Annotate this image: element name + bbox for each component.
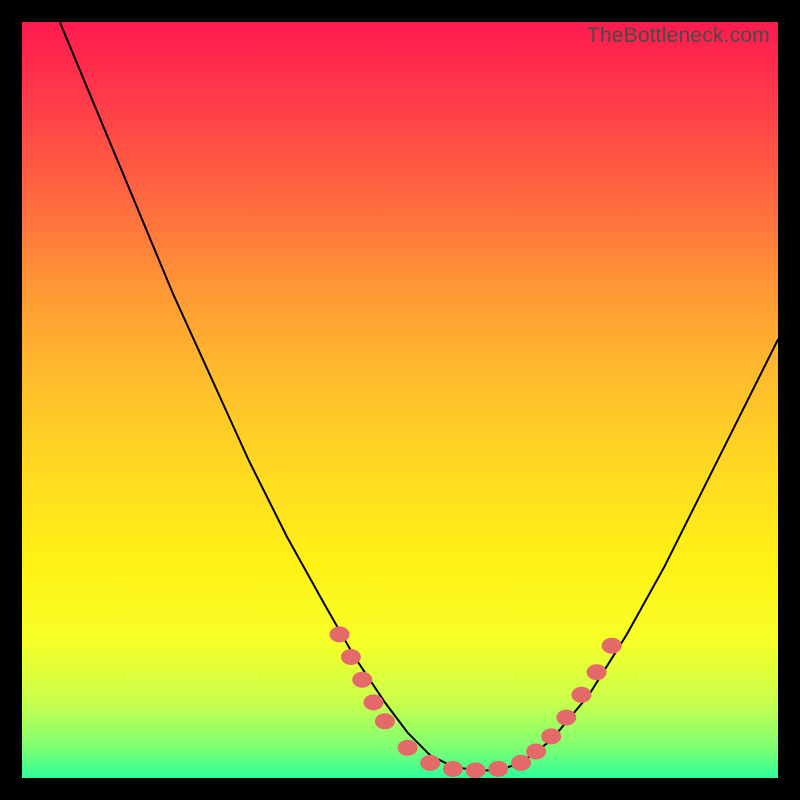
curve-marker	[443, 761, 463, 777]
curve-marker	[571, 687, 591, 703]
curve-marker	[466, 762, 486, 778]
curve-marker	[330, 626, 350, 642]
curve-marker	[341, 649, 361, 665]
curve-marker	[352, 672, 372, 688]
curve-marker	[556, 710, 576, 726]
curve-marker	[602, 638, 622, 654]
curve-marker	[420, 755, 440, 771]
curve-marker	[398, 740, 418, 756]
curve-marker	[364, 694, 384, 710]
bottleneck-curve	[60, 22, 778, 770]
chart-svg	[22, 22, 778, 778]
chart-frame: TheBottleneck.com	[0, 0, 800, 800]
curve-marker	[526, 744, 546, 760]
curve-marker	[488, 761, 508, 777]
plot-area: TheBottleneck.com	[22, 22, 778, 778]
curve-marker	[541, 728, 561, 744]
curve-markers	[330, 626, 622, 778]
curve-marker	[511, 755, 531, 771]
curve-marker	[375, 713, 395, 729]
curve-marker	[587, 664, 607, 680]
